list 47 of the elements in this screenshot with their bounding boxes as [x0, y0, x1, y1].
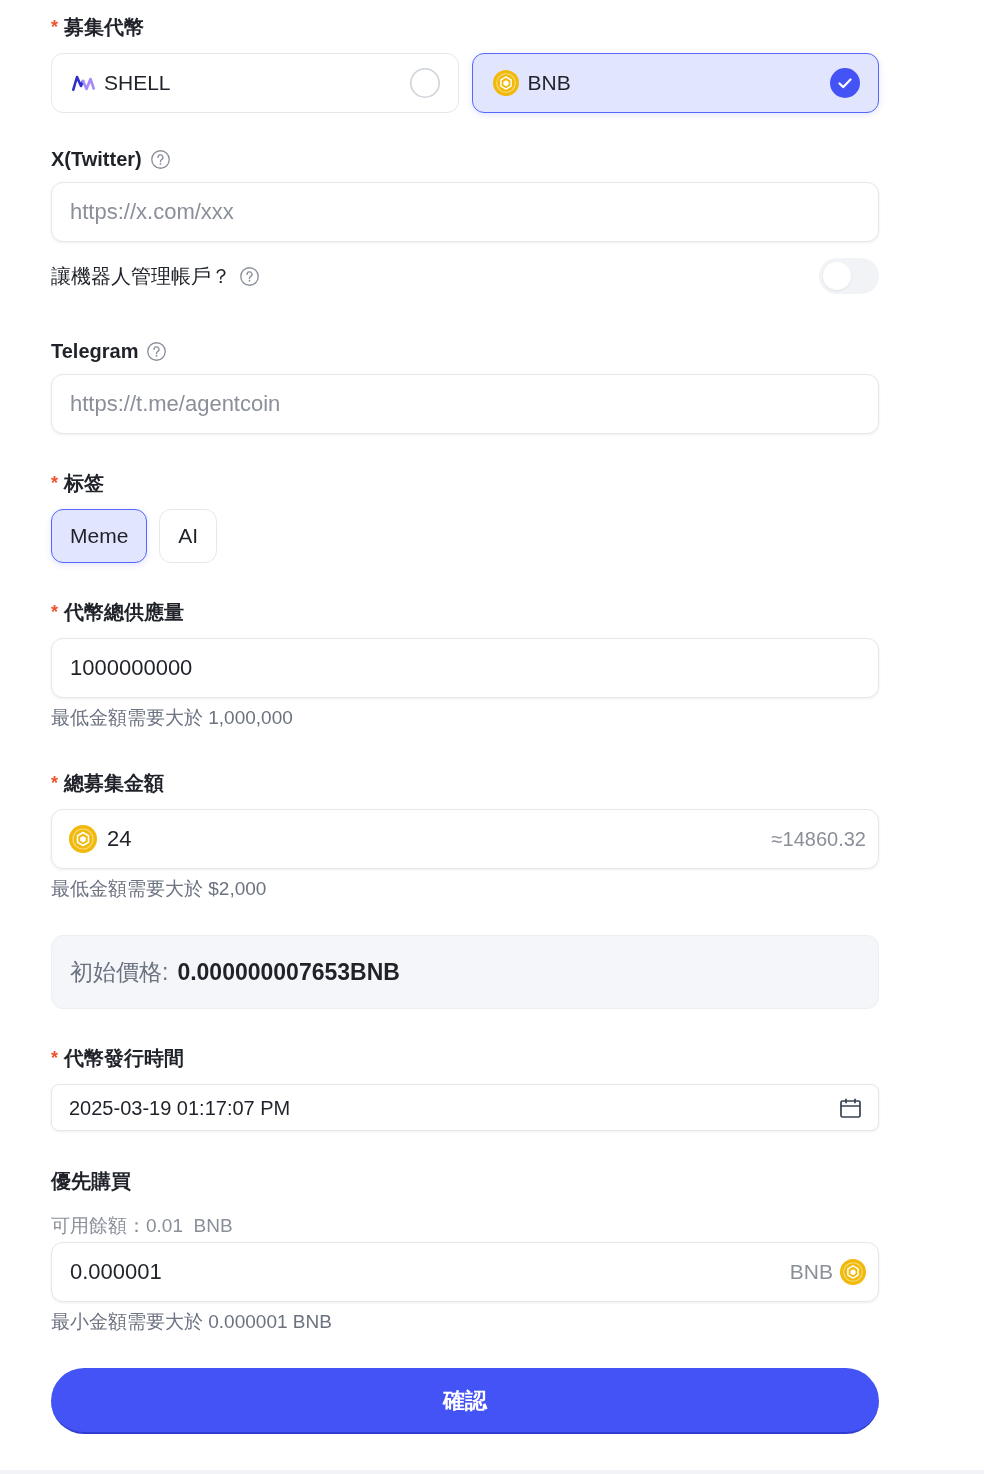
- field-label: 優先購買: [51, 1169, 131, 1193]
- hint-text: 最小金額需要大於 0.000001 BNB: [51, 1310, 333, 1334]
- field-label: 代幣總供應量: [64, 600, 184, 624]
- confirm-button[interactable]: 確認: [51, 1368, 879, 1434]
- amount-input-field[interactable]: 24 ≈14860.32: [51, 809, 879, 869]
- input-value: 24: [107, 826, 133, 852]
- currency-unit: BNB: [789, 1260, 833, 1284]
- input-value: 2025-03-19 01:17:07 PM: [69, 1095, 292, 1120]
- currency-name: BNB: [527, 71, 572, 95]
- field-label: 總募集金額: [64, 771, 164, 795]
- required-asterisk: *: [51, 474, 58, 492]
- field-label: Telegram: [51, 339, 139, 363]
- number-input-field[interactable]: 1000000000: [51, 638, 879, 698]
- hint-text: 最低金額需要大於 $2,000: [51, 877, 268, 901]
- date-input-field[interactable]: 2025-03-19 01:17:07 PM: [51, 1084, 879, 1131]
- help-icon[interactable]: [150, 149, 170, 169]
- currency-option[interactable]: SHELL: [51, 53, 459, 113]
- coin-icon: [492, 70, 519, 96]
- help-icon[interactable]: [240, 266, 259, 286]
- amount-input-field[interactable]: 0.000001 BNB: [51, 1242, 879, 1302]
- help-icon[interactable]: [147, 341, 167, 361]
- toggle-switch[interactable]: [819, 258, 879, 294]
- url-input-field[interactable]: https://x.com/xxx: [51, 182, 879, 242]
- field-label: 募集代幣: [64, 15, 144, 39]
- currency-name: SHELL: [104, 71, 172, 95]
- input-value: 0.000001: [70, 1259, 163, 1285]
- required-asterisk: *: [51, 603, 58, 621]
- calendar-icon[interactable]: [840, 1097, 861, 1118]
- required-asterisk: *: [51, 1049, 58, 1067]
- hint-text: 最低金額需要大於 1,000,000: [51, 706, 294, 730]
- price-label: 初始價格:: [70, 958, 169, 986]
- balance-text: 可用餘額：0.01 BNB: [51, 1214, 234, 1238]
- price-value: 0.000000007653BNB: [177, 958, 400, 986]
- required-asterisk: *: [51, 774, 58, 792]
- tag-option[interactable]: Meme: [51, 509, 148, 563]
- field-label: X(Twitter): [51, 147, 142, 171]
- toggle-label: 讓機器人管理帳戶？: [51, 264, 231, 288]
- field-label: 代幣發行時間: [64, 1046, 184, 1070]
- estimate-value: ≈14860.32: [771, 827, 866, 851]
- currency-option[interactable]: BNB: [471, 53, 879, 113]
- coin-icon: [840, 1259, 866, 1285]
- tag-option[interactable]: AI: [159, 509, 218, 563]
- required-asterisk: *: [51, 18, 58, 36]
- field-label: 标签: [64, 471, 104, 495]
- coin-icon: [69, 825, 97, 853]
- url-input-field[interactable]: https://t.me/agentcoin: [51, 374, 879, 434]
- wave-logo-icon: [72, 75, 95, 91]
